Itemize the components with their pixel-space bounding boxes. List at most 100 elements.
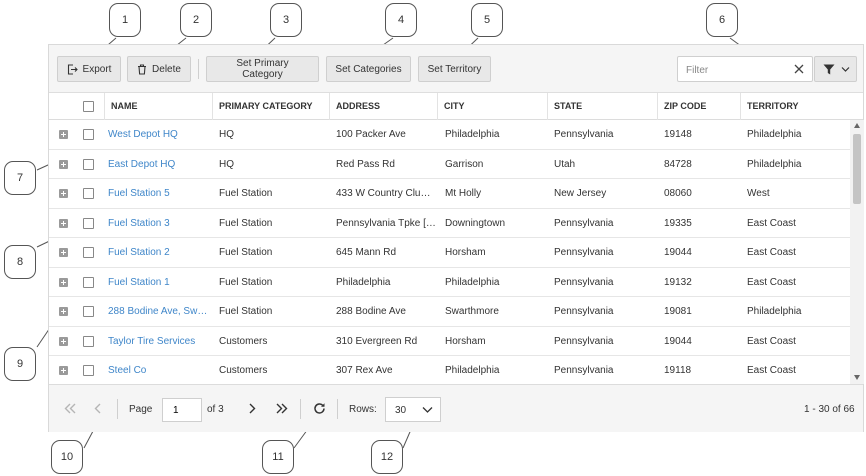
next-page-icon[interactable] — [248, 403, 256, 414]
callout-5: 5 — [471, 3, 503, 37]
table-row[interactable]: Steel Co Customers 307 Rex Ave Philadelp… — [49, 356, 850, 384]
row-territory: East Coast — [747, 247, 796, 258]
expand-plus-icon[interactable] — [59, 159, 68, 169]
row-checkbox[interactable] — [83, 306, 94, 317]
table-header: NAME PRIMARY CATEGORY ADDRESS CITY STATE… — [49, 93, 863, 120]
row-name-link[interactable]: Fuel Station 2 — [108, 238, 208, 267]
row-address: 645 Mann Rd — [336, 247, 397, 258]
first-page-icon[interactable] — [63, 403, 77, 414]
set-territory-button[interactable]: Set Territory — [418, 56, 491, 82]
prev-page-icon[interactable] — [94, 403, 102, 414]
row-address: 310 Evergreen Rd — [336, 335, 418, 347]
table-row[interactable]: Fuel Station 5 Fuel Station 433 W Countr… — [49, 179, 850, 209]
clear-icon[interactable] — [792, 62, 806, 76]
expand-plus-icon[interactable] — [59, 218, 68, 228]
row-name-link[interactable]: Fuel Station 5 — [108, 179, 208, 208]
pager-divider — [117, 399, 118, 419]
record-range-text: 1 - 30 of 66 — [804, 404, 855, 415]
column-header-zip-code[interactable]: ZIP CODE — [657, 93, 740, 120]
pager-divider — [337, 399, 338, 419]
export-button[interactable]: Export — [57, 56, 121, 82]
row-city: Mt Holly — [445, 188, 482, 199]
row-checkbox[interactable] — [83, 335, 94, 347]
rows-label: Rows: — [349, 404, 377, 415]
row-state: Pennsylvania — [554, 276, 614, 288]
expand-plus-icon[interactable] — [59, 307, 68, 316]
callout-9: 9 — [4, 347, 36, 381]
row-address: Red Pass Rd — [336, 158, 395, 170]
expand-plus-icon[interactable] — [59, 130, 68, 139]
table-row[interactable]: Taylor Tire Services Customers 310 Everg… — [49, 327, 850, 356]
row-name-link[interactable]: Steel Co — [108, 356, 208, 384]
table-row[interactable]: Fuel Station 3 Fuel Station Pennsylvania… — [49, 209, 850, 238]
row-name-link[interactable]: Taylor Tire Services — [108, 327, 208, 356]
row-territory: Philadelphia — [747, 129, 802, 140]
scroll-down-icon[interactable] — [854, 375, 860, 380]
row-territory: East Coast — [747, 365, 796, 376]
rows-per-page-value: 30 — [395, 405, 407, 416]
row-checkbox[interactable] — [83, 188, 94, 199]
delete-button[interactable]: Delete — [127, 56, 191, 82]
row-checkbox[interactable] — [83, 365, 94, 376]
select-all-checkbox[interactable] — [83, 101, 94, 112]
row-territory: Philadelphia — [747, 306, 802, 317]
column-header-address[interactable]: ADDRESS — [329, 93, 437, 120]
row-address: 307 Rex Ave — [336, 365, 393, 376]
page-count-label: of 3 — [207, 404, 224, 415]
row-category: Fuel Station — [219, 276, 273, 288]
row-category: Customers — [219, 365, 268, 376]
rows-per-page-select[interactable]: 30 — [385, 397, 441, 422]
expand-plus-icon[interactable] — [59, 366, 68, 375]
row-territory: East Coast — [747, 217, 796, 229]
column-header-city[interactable]: CITY — [437, 93, 547, 120]
callout-6: 6 — [706, 3, 738, 37]
callout-2: 2 — [180, 3, 212, 37]
row-checkbox[interactable] — [83, 276, 94, 288]
column-header-primary-category[interactable]: PRIMARY CATEGORY — [212, 93, 329, 120]
row-category: HQ — [219, 158, 234, 170]
set-primary-category-button[interactable]: Set Primary Category — [206, 56, 319, 82]
table-row[interactable]: West Depot HQ HQ 100 Packer Ave Philadel… — [49, 120, 850, 150]
column-header-state[interactable]: STATE — [547, 93, 657, 120]
row-checkbox[interactable] — [83, 129, 94, 140]
table-row[interactable]: East Depot HQ HQ Red Pass Rd Garrison Ut… — [49, 150, 850, 179]
table-body: West Depot HQ HQ 100 Packer Ave Philadel… — [49, 120, 850, 384]
refresh-icon[interactable] — [313, 402, 326, 415]
callout-11: 11 — [262, 440, 294, 474]
expand-plus-icon[interactable] — [59, 248, 68, 257]
row-state: New Jersey — [554, 188, 607, 199]
table-row[interactable]: 288 Bodine Ave, Sw… Fuel Station 288 Bod… — [49, 297, 850, 327]
column-header-name[interactable]: NAME — [104, 93, 212, 120]
row-zip: 19118 — [664, 365, 692, 376]
expand-plus-icon[interactable] — [59, 277, 68, 287]
page-number-input[interactable] — [171, 399, 201, 421]
row-name-link[interactable]: 288 Bodine Ave, Sw… — [108, 297, 208, 326]
row-zip: 19044 — [664, 247, 692, 258]
row-name-link[interactable]: West Depot HQ — [108, 120, 208, 149]
row-name-link[interactable]: Fuel Station 3 — [108, 209, 208, 238]
row-checkbox[interactable] — [83, 158, 94, 170]
row-checkbox[interactable] — [83, 247, 94, 258]
row-checkbox[interactable] — [83, 217, 94, 229]
last-page-icon[interactable] — [275, 403, 289, 414]
callout-12: 12 — [371, 440, 403, 474]
row-address: 288 Bodine Ave — [336, 306, 406, 317]
row-address: Pennsylvania Tpke [… — [336, 217, 436, 229]
scroll-up-icon[interactable] — [854, 123, 860, 128]
page-label: Page — [129, 404, 153, 415]
set-categories-button[interactable]: Set Categories — [326, 56, 411, 82]
row-name-link[interactable]: Fuel Station 1 — [108, 268, 208, 297]
filter-menu-button[interactable] — [814, 56, 857, 82]
expand-plus-icon[interactable] — [59, 189, 68, 198]
scroll-thumb[interactable] — [853, 134, 861, 204]
table-row[interactable]: Fuel Station 1 Fuel Station Philadelphia… — [49, 268, 850, 297]
vertical-scrollbar[interactable] — [850, 120, 864, 384]
row-category: Fuel Station — [219, 188, 273, 199]
expand-plus-icon[interactable] — [59, 336, 68, 346]
row-state: Pennsylvania — [554, 247, 614, 258]
filter-input[interactable] — [684, 58, 784, 82]
callout-3: 3 — [270, 3, 302, 37]
row-name-link[interactable]: East Depot HQ — [108, 150, 208, 179]
table-row[interactable]: Fuel Station 2 Fuel Station 645 Mann Rd … — [49, 238, 850, 268]
column-header-territory[interactable]: TERRITORY — [740, 93, 850, 120]
